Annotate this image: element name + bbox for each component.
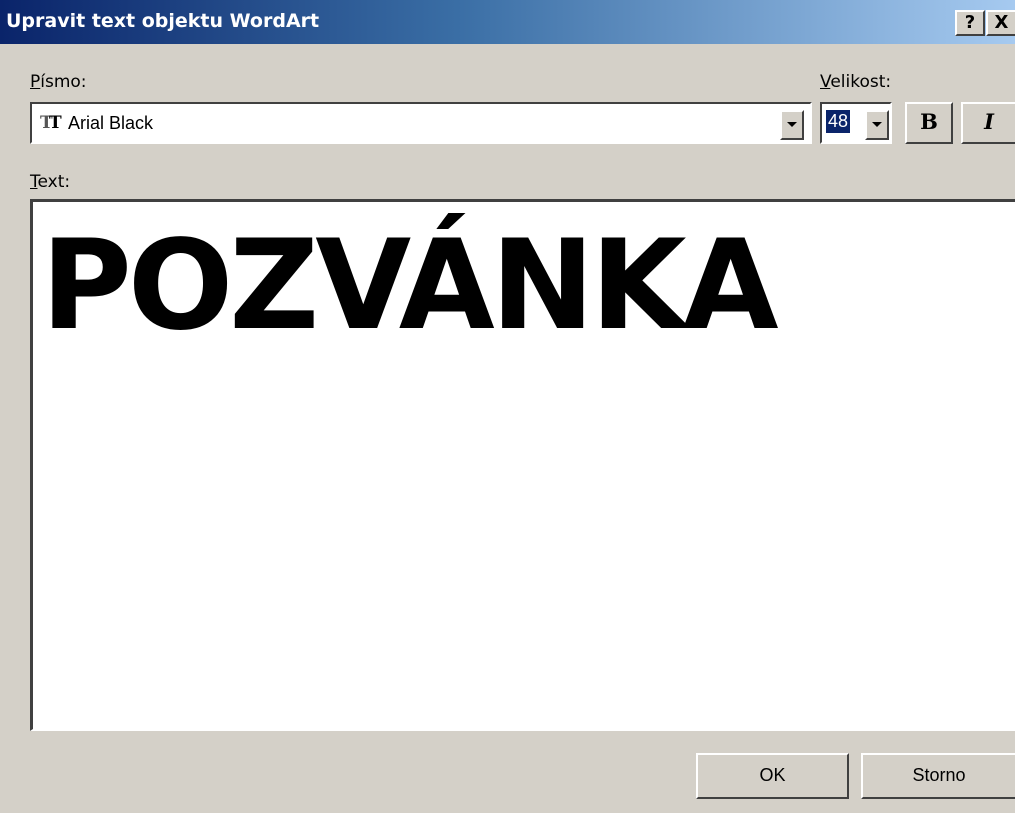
truetype-glyph-front: T [49, 113, 62, 133]
dialog-title: Upravit text objektu WordArt [6, 10, 320, 32]
size-label-text: elikost: [830, 72, 892, 92]
text-label-accelerator: T [30, 172, 38, 192]
text-label-text: ext: [37, 172, 71, 192]
truetype-glyph-back: T [40, 113, 52, 133]
size-label-accelerator: V [820, 72, 831, 92]
size-value: 48 [824, 109, 852, 134]
help-button[interactable]: ? [955, 10, 985, 36]
title-bar[interactable]: Upravit text objektu WordArt ? X [0, 0, 1015, 44]
wordart-text-content: POZVÁNKA [41, 214, 779, 358]
close-button[interactable]: X [986, 10, 1015, 36]
size-dropdown-button[interactable] [865, 110, 889, 140]
size-label: Velikost: [820, 72, 891, 92]
font-dropdown-button[interactable] [780, 110, 804, 140]
wordart-text-input[interactable]: POZVÁNKA [30, 199, 1015, 731]
ok-button[interactable]: OK [696, 753, 849, 799]
font-value: Arial Black [68, 113, 154, 133]
cancel-button[interactable]: Storno [861, 753, 1015, 799]
wordart-edit-dialog: Upravit text objektu WordArt ? X Písmo: … [0, 0, 1015, 813]
font-label-text: ísmo: [40, 72, 87, 92]
text-label: Text: [30, 172, 70, 192]
italic-button[interactable]: I [961, 102, 1015, 144]
font-combobox[interactable]: TT Arial Black [30, 102, 812, 144]
truetype-font-icon: TT [40, 113, 62, 133]
font-label-accelerator: P [30, 72, 41, 92]
bold-button[interactable]: B [905, 102, 953, 144]
font-label: Písmo: [30, 72, 87, 92]
